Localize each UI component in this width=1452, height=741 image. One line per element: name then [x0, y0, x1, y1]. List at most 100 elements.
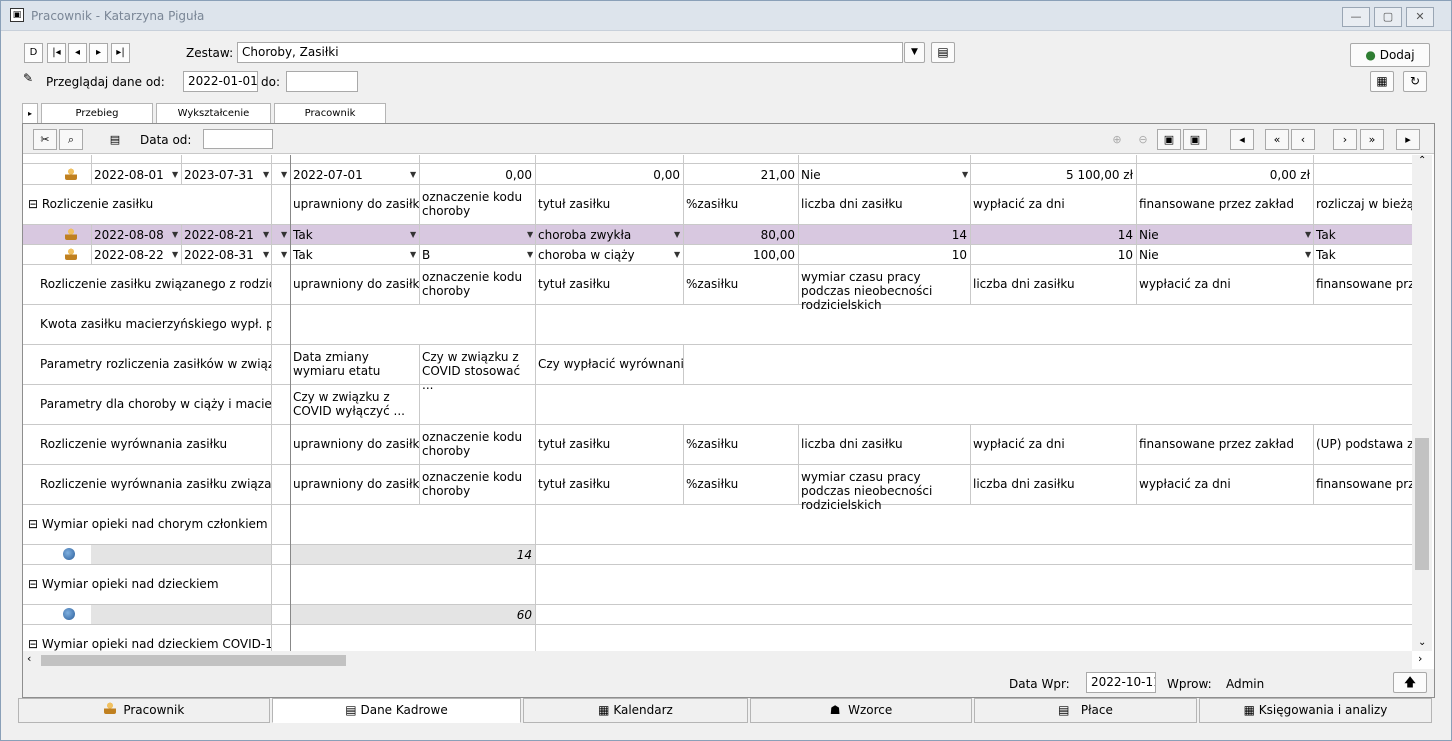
- chevron-down-icon[interactable]: ▼: [172, 250, 178, 259]
- pager-last-icon[interactable]: »: [1360, 129, 1384, 150]
- chevron-left-icon[interactable]: ‹: [27, 652, 31, 665]
- remove-row-icon[interactable]: ⊖: [1131, 129, 1155, 150]
- chevron-down-icon[interactable]: ▼: [281, 170, 287, 179]
- group-wyrownanie-rodzicielskie[interactable]: Rozliczenie wyrównania zasiłku związaneg…: [37, 477, 271, 491]
- nav-next-button[interactable]: ▸: [89, 43, 108, 63]
- r2-c2[interactable]: B: [419, 248, 535, 262]
- paste-icon[interactable]: ▣: [1183, 129, 1207, 150]
- bottom-tab-pracownik[interactable]: Pracownik: [18, 698, 270, 723]
- nav-prev-button[interactable]: ◂: [68, 43, 87, 63]
- vertical-scrollbar[interactable]: ⌃ ⌄: [1412, 155, 1432, 651]
- refresh-icon[interactable]: ↻: [1403, 71, 1427, 92]
- chevron-down-icon[interactable]: ▼: [527, 230, 533, 239]
- chevron-down-icon[interactable]: ▼: [410, 230, 416, 239]
- chevron-down-icon[interactable]: ▼: [263, 170, 269, 179]
- chevron-down-icon[interactable]: ▼: [263, 250, 269, 259]
- r0-to[interactable]: 2023-07-31: [181, 168, 271, 182]
- chevron-down-icon[interactable]: ⌄: [1418, 637, 1426, 648]
- chevron-down-icon[interactable]: ▼: [172, 170, 178, 179]
- r1-from[interactable]: 2022-08-08: [91, 228, 181, 242]
- r0-from[interactable]: 2022-08-01: [91, 168, 181, 182]
- r0-c7[interactable]: 0,00 zł: [1136, 168, 1313, 182]
- nav-last-button[interactable]: ▸|: [111, 43, 130, 63]
- chevron-down-icon[interactable]: ▼: [281, 250, 287, 259]
- pager-prev-icon[interactable]: ◂: [1230, 129, 1254, 150]
- chevron-down-icon[interactable]: ▼: [410, 250, 416, 259]
- chevron-down-icon[interactable]: ▼: [172, 230, 178, 239]
- pager-fwd-icon[interactable]: ›: [1333, 129, 1357, 150]
- r0-c4[interactable]: 21,00: [683, 168, 798, 182]
- zestaw-select[interactable]: Choroby, Zasiłki: [237, 42, 903, 63]
- scroll-thumb[interactable]: [41, 655, 346, 666]
- search-icon[interactable]: ⌕: [59, 129, 83, 150]
- pager-first-icon[interactable]: «: [1265, 129, 1289, 150]
- r1-c5[interactable]: 14: [798, 228, 970, 242]
- r2-c3[interactable]: choroba w ciąży: [535, 248, 683, 262]
- chevron-down-icon[interactable]: ▼: [527, 250, 533, 259]
- group-rozliczenie-rodzicielskie[interactable]: Rozliczenie zasiłku związanego z rodzici…: [37, 277, 271, 291]
- r2-c5[interactable]: 10: [798, 248, 970, 262]
- chevron-down-icon[interactable]: ▼: [281, 230, 287, 239]
- tabs-scroll-button[interactable]: ▸: [22, 103, 38, 123]
- r2-from[interactable]: 2022-08-22: [91, 248, 181, 262]
- nav-start-button[interactable]: |◂: [47, 43, 66, 63]
- r0-c5[interactable]: Nie: [798, 168, 970, 182]
- tab-wyksztalcenie[interactable]: Wykształcenie: [156, 103, 271, 123]
- r2-c4[interactable]: 100,00: [683, 248, 798, 262]
- horizontal-scrollbar[interactable]: ‹ ›: [23, 651, 1422, 669]
- r2-c8[interactable]: Tak: [1313, 248, 1412, 262]
- r0-c3[interactable]: 0,00: [535, 168, 683, 182]
- bottom-tab-place[interactable]: ▤ Płace: [974, 698, 1197, 723]
- group-parametry-rozliczenia[interactable]: Parametry rozliczenia zasiłków w związku…: [37, 357, 271, 371]
- chevron-down-icon[interactable]: ▼: [962, 170, 968, 179]
- chevron-down-icon[interactable]: ▼: [263, 230, 269, 239]
- group-opieka-czlonek-rodziny[interactable]: ⊟ Wymiar opieki nad chorym członkiem rod…: [25, 517, 271, 531]
- zestaw-dropdown-button[interactable]: ▼: [904, 42, 925, 63]
- date-to-input[interactable]: [286, 71, 358, 92]
- r1-c7[interactable]: Nie: [1136, 228, 1313, 242]
- minimize-button[interactable]: —: [1342, 7, 1370, 27]
- pager-next-icon[interactable]: ▸: [1396, 129, 1420, 150]
- chevron-down-icon[interactable]: ▼: [674, 230, 680, 239]
- date-from-input[interactable]: 2022-01-01: [183, 71, 258, 92]
- arrow-up-icon[interactable]: 🡅: [1393, 672, 1427, 693]
- tab-przebieg[interactable]: Przebieg zatrudnienia...: [41, 103, 153, 138]
- bottom-tab-dane-kadrowe[interactable]: ▤ Dane Kadrowe: [272, 698, 521, 723]
- r0-c2[interactable]: 0,00: [419, 168, 535, 182]
- r2-to[interactable]: 2022-08-31: [181, 248, 271, 262]
- chevron-down-icon[interactable]: ▼: [674, 250, 680, 259]
- close-button[interactable]: ✕: [1406, 7, 1434, 27]
- maximize-button[interactable]: ▢: [1374, 7, 1402, 27]
- r0-c1[interactable]: 2022-07-01: [290, 168, 419, 182]
- group-opieka-dziecko-covid[interactable]: ⊟ Wymiar opieki nad dzieckiem COVID-19: [25, 637, 271, 651]
- chevron-down-icon[interactable]: ▼: [1305, 230, 1311, 239]
- zestaw-edit-icon[interactable]: ▤: [931, 42, 955, 63]
- r1-c1[interactable]: Tak: [290, 228, 419, 242]
- group-parametry-ciaza[interactable]: Parametry dla choroby w ciąży i macierzy…: [37, 397, 271, 411]
- bottom-tab-kalendarz[interactable]: ▦ Kalendarz: [523, 698, 748, 723]
- r1-c6[interactable]: 14: [970, 228, 1136, 242]
- tab-pracownik[interactable]: Pracownik: [274, 103, 386, 123]
- group-rozliczenie-wyrownania[interactable]: Rozliczenie wyrównania zasiłku: [37, 437, 271, 451]
- chevron-down-icon[interactable]: ▼: [410, 170, 416, 179]
- r2-c6[interactable]: 10: [970, 248, 1136, 262]
- group-kwota-macierzynskiego[interactable]: Kwota zasiłku macierzyńskiego wypł. prze…: [37, 317, 271, 331]
- nav-first-button[interactable]: D: [24, 43, 43, 63]
- r2-c7[interactable]: Nie: [1136, 248, 1313, 262]
- group-rozliczenie-zasilku[interactable]: ⊟ Rozliczenie zasiłku: [25, 197, 271, 211]
- chevron-right-icon[interactable]: ›: [1418, 652, 1422, 665]
- r1-c8[interactable]: Tak: [1313, 228, 1412, 242]
- list-icon[interactable]: ▤: [103, 129, 127, 150]
- bottom-tab-wzorce[interactable]: ☗ Wzorce: [750, 698, 972, 723]
- bottom-tab-ksiegowania[interactable]: ▦ Księgowania i analizy: [1199, 698, 1432, 723]
- chevron-down-icon[interactable]: ▼: [1305, 250, 1311, 259]
- pager-back-icon[interactable]: ‹: [1291, 129, 1315, 150]
- data-od-input[interactable]: [203, 129, 273, 149]
- copy-icon[interactable]: ▣: [1157, 129, 1181, 150]
- tools-icon[interactable]: ✂: [33, 129, 57, 150]
- r2-c1[interactable]: Tak: [290, 248, 419, 262]
- scroll-thumb[interactable]: [1415, 438, 1429, 570]
- chevron-up-icon[interactable]: ⌃: [1418, 155, 1426, 166]
- r1-to[interactable]: 2022-08-21: [181, 228, 271, 242]
- r1-c4[interactable]: 80,00: [683, 228, 798, 242]
